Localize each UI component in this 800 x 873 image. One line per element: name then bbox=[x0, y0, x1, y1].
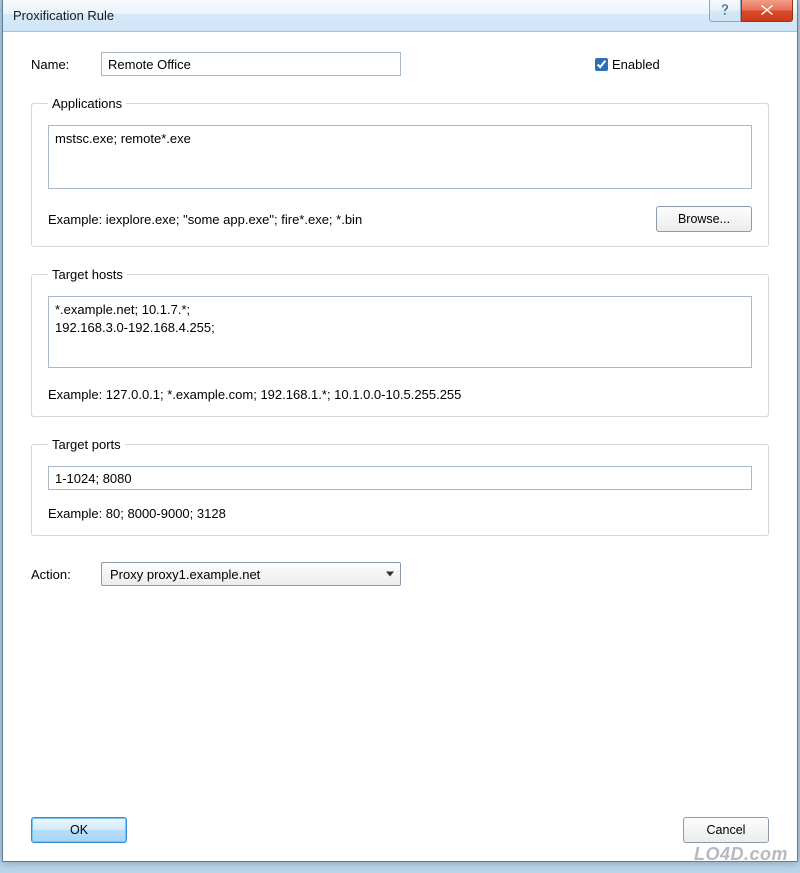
enabled-wrap: Enabled bbox=[591, 55, 682, 74]
proxification-rule-dialog: Proxification Rule Name: Enabled Applica… bbox=[2, 0, 798, 862]
window-controls bbox=[709, 0, 793, 22]
name-input[interactable] bbox=[101, 52, 401, 76]
target-ports-input[interactable] bbox=[48, 466, 752, 490]
dialog-content: Name: Enabled Applications Example: iexp… bbox=[3, 32, 797, 604]
ok-button[interactable]: OK bbox=[31, 817, 127, 843]
action-row: Action: Proxy proxy1.example.net bbox=[31, 562, 769, 586]
target-ports-legend: Target ports bbox=[48, 437, 125, 452]
enabled-label: Enabled bbox=[612, 57, 682, 72]
applications-legend: Applications bbox=[48, 96, 126, 111]
cancel-button[interactable]: Cancel bbox=[683, 817, 769, 843]
target-hosts-legend: Target hosts bbox=[48, 267, 127, 282]
enabled-checkbox[interactable] bbox=[595, 58, 608, 71]
action-select-value: Proxy proxy1.example.net bbox=[110, 567, 260, 582]
browse-button[interactable]: Browse... bbox=[656, 206, 752, 232]
target-hosts-group: Target hosts Example: 127.0.0.1; *.examp… bbox=[31, 267, 769, 417]
applications-group: Applications Example: iexplore.exe; "som… bbox=[31, 96, 769, 247]
target-hosts-textarea[interactable] bbox=[48, 296, 752, 368]
close-icon bbox=[761, 5, 773, 15]
applications-textarea[interactable] bbox=[48, 125, 752, 189]
help-button[interactable] bbox=[709, 0, 741, 22]
target-ports-group: Target ports Example: 80; 8000-9000; 312… bbox=[31, 437, 769, 536]
name-row: Name: Enabled bbox=[31, 52, 769, 76]
close-button[interactable] bbox=[741, 0, 793, 22]
title-bar: Proxification Rule bbox=[3, 0, 797, 32]
help-icon bbox=[720, 4, 730, 16]
dialog-footer: OK Cancel bbox=[31, 817, 769, 843]
applications-example: Example: iexplore.exe; "some app.exe"; f… bbox=[48, 212, 656, 227]
action-label: Action: bbox=[31, 567, 101, 582]
target-hosts-example: Example: 127.0.0.1; *.example.com; 192.1… bbox=[48, 387, 752, 402]
target-ports-example: Example: 80; 8000-9000; 3128 bbox=[48, 506, 752, 521]
chevron-down-icon bbox=[386, 572, 394, 577]
name-label: Name: bbox=[31, 57, 101, 72]
action-select[interactable]: Proxy proxy1.example.net bbox=[101, 562, 401, 586]
watermark: LO4D.com bbox=[694, 844, 788, 865]
window-title: Proxification Rule bbox=[13, 8, 709, 23]
